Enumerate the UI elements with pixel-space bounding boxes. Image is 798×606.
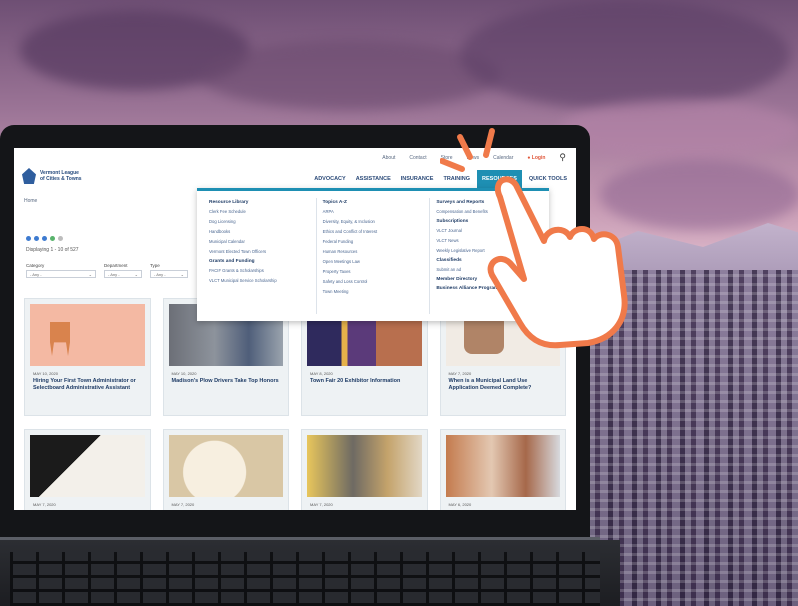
menu-heading[interactable]: Topics A-Z <box>323 200 424 205</box>
card-date: MAY 7, 2020 <box>171 502 195 507</box>
menu-link[interactable]: Safety and Loss Control <box>323 279 424 284</box>
nav-assistance[interactable]: ASSISTANCE <box>353 174 394 184</box>
card-image <box>168 435 283 497</box>
card-date: MAY 10, 2020 <box>33 371 58 376</box>
mega-col-1: Resource Library Clerk Fee Schedule Dog … <box>203 198 317 314</box>
menu-link[interactable]: Vermont Elected Town Officers <box>209 249 310 254</box>
share-icons <box>26 236 63 241</box>
laptop-keyboard <box>10 552 600 606</box>
department-select[interactable]: - Any - ⌄ <box>104 270 142 278</box>
card-date: MAY 10, 2020 <box>171 371 197 376</box>
facebook-icon[interactable] <box>26 236 31 241</box>
menu-heading[interactable]: Resource Library <box>209 200 310 205</box>
department-label: Department <box>104 263 128 268</box>
category-label: Category <box>26 263 45 268</box>
category-select[interactable]: - Any - ⌄ <box>26 270 96 278</box>
email-icon[interactable] <box>58 236 63 241</box>
logo-mark-icon <box>22 168 36 184</box>
card-image <box>445 435 560 497</box>
chevron-down-icon: ⌄ <box>180 272 184 277</box>
card-date: MAY 8, 2020 <box>310 371 333 376</box>
card-image <box>30 304 145 366</box>
chevron-down-icon: ⌄ <box>88 272 92 277</box>
share-icon[interactable] <box>50 236 55 241</box>
news-card[interactable]: MAY 7, 2020 <box>301 429 428 510</box>
menu-link[interactable]: Municipal Calendar <box>209 239 310 244</box>
cloud <box>200 40 500 110</box>
menu-link[interactable]: Human Resources <box>323 249 424 254</box>
menu-link[interactable]: Open Meetings Law <box>323 259 424 264</box>
linkedin-icon[interactable] <box>42 236 47 241</box>
news-card[interactable]: MAY 6, 2020 <box>439 429 566 510</box>
card-date: MAY 7, 2020 <box>310 502 333 507</box>
card-image <box>30 435 145 497</box>
card-title[interactable]: When is a Municipal Land Use Application… <box>449 378 558 392</box>
news-card[interactable]: MAY 10, 2020 Hiring Your First Town Admi… <box>24 298 151 416</box>
breadcrumb[interactable]: Home <box>24 198 37 204</box>
menu-link[interactable]: VLCT Municipal Service Scholarship <box>209 278 310 283</box>
utility-link-about[interactable]: About <box>382 155 395 161</box>
pointing-hand-icon <box>440 128 628 349</box>
cloud <box>460 0 790 110</box>
news-card[interactable]: MAY 7, 2020 <box>162 429 289 510</box>
menu-link[interactable]: Ethics and Conflict of Interest <box>323 229 424 234</box>
card-date: MAY 7, 2020 <box>33 502 56 507</box>
logo-name-line2: of Cities & Towns <box>40 176 82 182</box>
mega-col-2: Topics A-Z ARPA Diversity, Equity, & Inc… <box>317 198 431 314</box>
type-label: Type <box>150 263 160 268</box>
menu-link[interactable]: Diversity, Equity, & Inclusion <box>323 219 424 224</box>
chevron-down-icon: ⌄ <box>134 272 138 277</box>
menu-heading[interactable]: Grants and Funding <box>209 259 310 264</box>
utility-link-contact[interactable]: Contact <box>409 155 426 161</box>
card-date: MAY 7, 2020 <box>448 371 472 376</box>
type-select[interactable]: - Any - ⌄ <box>150 270 188 278</box>
menu-link[interactable]: Dog Licensing <box>209 219 310 224</box>
menu-link[interactable]: Clerk Fee Schedule <box>209 209 310 214</box>
news-card[interactable]: MAY 7, 2020 <box>24 429 151 510</box>
twitter-icon[interactable] <box>34 236 39 241</box>
card-title[interactable]: Madison's Plow Drivers Take Top Honors <box>172 378 281 385</box>
results-count: Displaying 1 - 10 of 527 <box>26 247 79 253</box>
card-title[interactable]: Hiring Your First Town Administrator or … <box>33 378 142 392</box>
menu-link[interactable]: Town Meeting <box>323 289 424 294</box>
nav-insurance[interactable]: INSURANCE <box>398 174 437 184</box>
menu-link[interactable]: ARPA <box>323 209 424 214</box>
card-date: MAY 6, 2020 <box>448 502 472 507</box>
card-image <box>307 435 422 497</box>
filter-bar: Category - Any - ⌄ Department - Any - ⌄ Ty… <box>26 263 188 278</box>
menu-link[interactable]: Property Taxes <box>323 269 424 274</box>
menu-link[interactable]: Handbooks <box>209 229 310 234</box>
card-title[interactable]: Town Fair 20 Exhibitor Information <box>310 378 419 385</box>
menu-link[interactable]: Federal Funding <box>323 239 424 244</box>
nav-advocacy[interactable]: ADVOCACY <box>311 174 348 184</box>
menu-link[interactable]: PACIF Grants & Scholarships <box>209 268 310 273</box>
site-logo[interactable]: Vermont League of Cities & Towns <box>22 168 82 184</box>
